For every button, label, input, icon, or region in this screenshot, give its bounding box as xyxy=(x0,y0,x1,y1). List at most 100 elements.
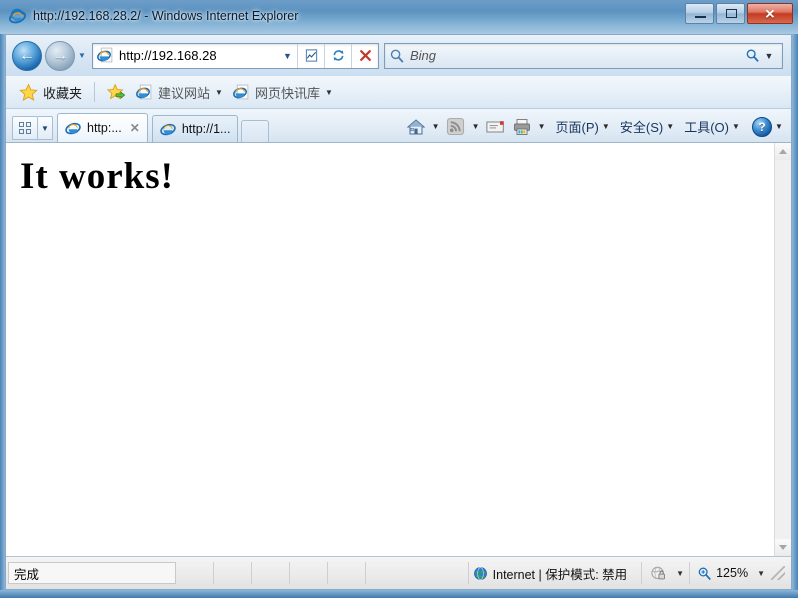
tools-menu[interactable]: 工具(O) xyxy=(684,117,729,136)
read-mail-icon xyxy=(485,120,504,132)
close-button[interactable]: ✕ xyxy=(747,3,793,24)
web-slice-gallery-label: 网页快讯库 xyxy=(254,85,320,101)
address-bar[interactable]: http://192.168.28 ▼ xyxy=(92,42,379,69)
back-arrow-icon: ← xyxy=(19,46,35,64)
vertical-scrollbar[interactable] xyxy=(774,143,791,556)
quick-tabs-grid-icon xyxy=(19,122,31,134)
status-bar: 完成 Internet | 保护模式: 禁用 ▼ 125% ▼ xyxy=(6,556,791,589)
chevron-down-icon[interactable]: ▼ xyxy=(325,88,333,97)
forward-arrow-icon: → xyxy=(52,46,68,64)
tab-2[interactable]: http://1... xyxy=(151,115,239,142)
favorites-label: 收藏夹 xyxy=(43,85,83,101)
print-dropdown[interactable]: ▼ xyxy=(535,122,549,131)
help-menu-caret[interactable]: ▼ xyxy=(772,122,786,131)
print-button[interactable] xyxy=(509,115,535,139)
web-slice-gallery-button[interactable]: 网页快讯库 ▼ xyxy=(228,80,338,104)
safety-menu[interactable]: 安全(S) xyxy=(620,117,663,136)
scroll-up-arrow-icon xyxy=(779,149,787,154)
tab-2-title: http://1... xyxy=(181,122,231,136)
print-icon xyxy=(513,118,530,135)
page-heading: It works! xyxy=(20,156,174,197)
internet-globe-icon xyxy=(473,566,487,580)
search-box[interactable]: Bing ▼ xyxy=(384,42,783,69)
toolbar-divider xyxy=(94,82,96,102)
browser-chrome: ← → ▼ http://192.168.28 ▼ Bing ▼ 收藏夹 建议网… xyxy=(5,34,792,590)
scroll-down-arrow-icon xyxy=(779,545,787,550)
command-bar: ▼ ▼ ▼ 页面(P) ▼ 安全(S) ▼ 工具(O) ▼ ? ▼ xyxy=(403,111,791,142)
security-zone[interactable]: Internet | 保护模式: 禁用 xyxy=(467,562,632,584)
star-icon xyxy=(19,82,38,101)
status-message-area: 完成 xyxy=(8,562,176,584)
zoom-magnifier-icon xyxy=(698,567,711,580)
tab-close-icon[interactable]: ✕ xyxy=(130,122,140,134)
minimize-button[interactable] xyxy=(685,3,714,24)
compatibility-view-icon[interactable] xyxy=(298,44,324,68)
forward-button[interactable]: → xyxy=(45,40,75,71)
ie-page-icon xyxy=(233,84,249,99)
security-zone-label: Internet | 保护模式: 禁用 xyxy=(492,567,628,582)
read-mail-button[interactable] xyxy=(483,115,509,139)
chevron-down-icon[interactable]: ▼ xyxy=(215,88,223,97)
home-dropdown[interactable]: ▼ xyxy=(429,122,443,131)
add-to-favorites-icon xyxy=(107,83,126,99)
back-button[interactable]: ← xyxy=(12,40,42,71)
search-magnifier-icon xyxy=(390,49,404,62)
tab-1[interactable]: http:... ✕ xyxy=(57,113,148,142)
navigation-bar: ← → ▼ http://192.168.28 ▼ Bing ▼ xyxy=(6,35,791,76)
privacy-report-button[interactable]: ▼ xyxy=(641,562,686,584)
zoom-dropdown-caret[interactable]: ▼ xyxy=(757,569,765,578)
favorites-center-button[interactable]: 收藏夹 xyxy=(14,80,87,104)
privacy-report-icon xyxy=(651,566,666,579)
window-glass-right xyxy=(792,34,798,598)
stop-icon[interactable] xyxy=(352,44,378,68)
ie-logo-icon xyxy=(160,123,176,136)
ie-page-icon xyxy=(97,47,113,63)
tab-1-title: http:... xyxy=(87,121,122,135)
search-provider-dropdown[interactable]: ▼ xyxy=(760,51,778,61)
suggested-sites-label: 建议网站 xyxy=(158,85,211,101)
address-input[interactable]: http://192.168.28 xyxy=(119,48,278,63)
resize-grip[interactable] xyxy=(771,566,785,580)
title-bar[interactable]: http://192.168.28.2/ - Windows Internet … xyxy=(0,0,798,32)
maximize-button[interactable] xyxy=(716,3,745,24)
window-title: http://192.168.28.2/ - Windows Internet … xyxy=(33,9,299,23)
home-icon xyxy=(406,118,425,134)
page-document: It works! xyxy=(6,143,774,556)
window-glass-bottom xyxy=(0,590,798,598)
tools-menu-caret[interactable]: ▼ xyxy=(729,122,743,131)
privacy-dropdown-caret[interactable]: ▼ xyxy=(676,569,684,578)
page-menu[interactable]: 页面(P) xyxy=(556,117,599,136)
ie-logo-icon xyxy=(65,122,81,135)
recent-pages-dropdown[interactable]: ▼ xyxy=(75,51,89,60)
zoom-level-label: 125% xyxy=(716,566,749,580)
page-menu-caret[interactable]: ▼ xyxy=(599,122,613,131)
ie-logo-icon xyxy=(9,8,26,23)
tab-list-dropdown[interactable]: ▼ xyxy=(38,116,53,140)
search-input[interactable]: Bing xyxy=(410,48,745,63)
suggested-sites-button[interactable]: 建议网站 ▼ xyxy=(131,80,228,104)
feeds-dropdown[interactable]: ▼ xyxy=(469,122,483,131)
scroll-up-button[interactable] xyxy=(775,143,791,160)
page-viewport: It works! xyxy=(6,142,791,556)
add-to-favorites-bar-button[interactable] xyxy=(102,80,131,104)
scroll-down-button[interactable] xyxy=(775,539,791,556)
refresh-icon[interactable] xyxy=(325,44,351,68)
ie-window: http://192.168.28.2/ - Windows Internet … xyxy=(0,0,798,598)
address-dropdown-icon[interactable]: ▼ xyxy=(278,51,297,61)
safety-menu-caret[interactable]: ▼ xyxy=(663,122,677,131)
feeds-button[interactable] xyxy=(443,115,469,139)
tab-bar: ▼ http:... ✕ http://1... ▼ ▼ ▼ 页面(P) ▼ 安… xyxy=(6,109,791,142)
window-controls: ✕ xyxy=(685,3,793,24)
quick-tabs-button[interactable] xyxy=(12,116,38,140)
help-button[interactable]: ? xyxy=(752,116,772,137)
rss-feed-icon xyxy=(446,117,465,136)
close-icon: ✕ xyxy=(764,6,776,21)
zoom-control[interactable]: 125% ▼ xyxy=(689,562,791,584)
status-segments xyxy=(176,562,366,584)
home-button[interactable] xyxy=(403,115,429,139)
new-tab-button[interactable] xyxy=(241,120,270,142)
favorites-bar: 收藏夹 建议网站 ▼ 网页快讯库 ▼ xyxy=(6,76,791,109)
ie-page-icon xyxy=(136,84,152,99)
status-message: 完成 xyxy=(14,567,40,582)
search-go-icon[interactable] xyxy=(745,48,760,63)
